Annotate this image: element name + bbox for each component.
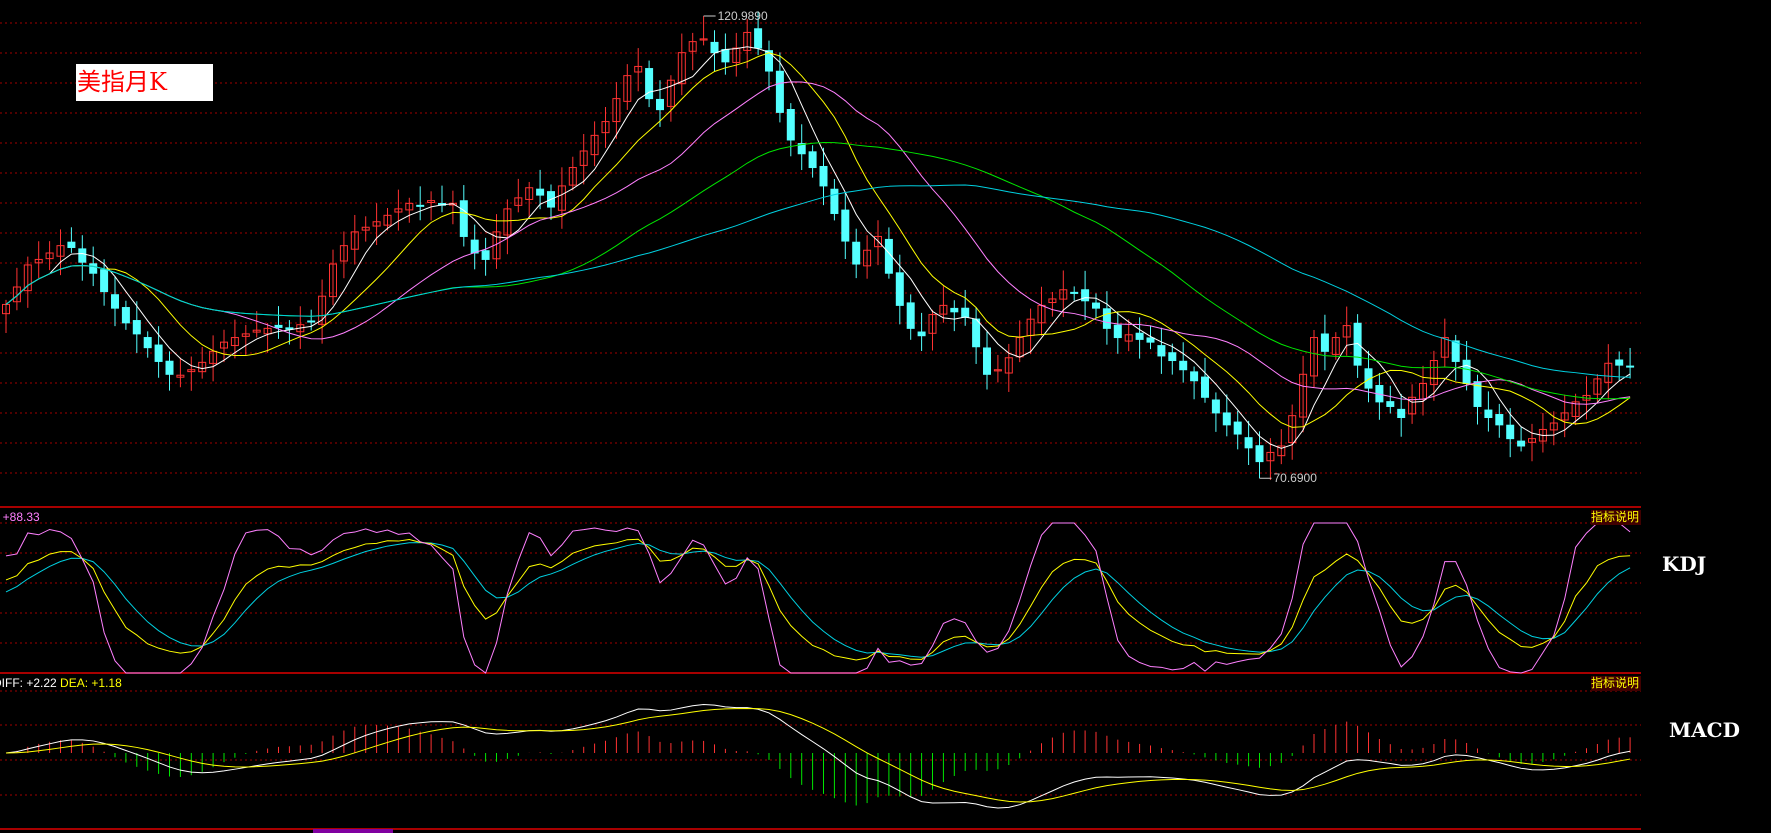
macd-diff-value: DIFF: +2.22	[0, 676, 57, 690]
candle-down	[100, 269, 109, 293]
candle-down	[819, 165, 828, 187]
candle-down	[1201, 376, 1209, 398]
candle-down	[1451, 340, 1460, 362]
candle-down	[121, 307, 130, 324]
macd-diff-line	[5, 703, 1631, 809]
chart-canvas[interactable]: 120.9890 70.6900	[0, 0, 1771, 833]
candle-down	[961, 307, 970, 318]
candle-down	[111, 294, 119, 309]
kdj-j-line	[5, 522, 1631, 674]
candle-down	[1146, 337, 1155, 343]
candle-down	[1484, 409, 1493, 419]
candle-down	[775, 70, 784, 113]
candle-down	[906, 302, 915, 329]
kdj-label: KDJ	[1662, 552, 1707, 576]
macd-head: DIFF: +2.22 DEA: +1.18	[0, 676, 122, 690]
candle-down	[1386, 401, 1395, 407]
candle-down	[274, 324, 283, 328]
candle-down	[841, 209, 850, 242]
candle-down	[536, 188, 545, 196]
macd-label: MACD	[1669, 718, 1740, 742]
candle-down	[1211, 399, 1220, 414]
macd-explain-button[interactable]: 指标说明	[1591, 676, 1641, 691]
candle-down	[1462, 359, 1471, 384]
candle-down	[307, 320, 316, 323]
candle-down	[1222, 412, 1231, 426]
candle-down	[1495, 414, 1504, 426]
candle-down	[917, 331, 926, 337]
ma5-line	[5, 46, 1631, 449]
candle-down	[1320, 333, 1329, 352]
candle-down	[786, 109, 795, 141]
candle-down	[1255, 445, 1264, 463]
candle-down	[1113, 324, 1122, 339]
candle-down	[983, 347, 991, 375]
macd-dea-line	[5, 707, 1631, 803]
candle-down	[1135, 332, 1144, 340]
max-price-label: 120.9890	[718, 9, 768, 23]
ma40-line	[5, 142, 1631, 400]
candle-down	[754, 28, 763, 49]
min-price-label: 70.6900	[1274, 471, 1318, 485]
candle-down	[972, 318, 981, 348]
candle-down	[1092, 302, 1100, 309]
candle-down	[1070, 291, 1079, 294]
kdj-j-value: J: +88.33	[0, 510, 40, 524]
macd-dea-value: DEA: +1.18	[60, 676, 122, 690]
candle-down	[1081, 289, 1090, 302]
candle-down	[852, 241, 861, 265]
candle-down	[1615, 359, 1624, 366]
candle-down	[1190, 371, 1199, 382]
ma20-line	[5, 81, 1631, 405]
candle-down	[1102, 308, 1111, 329]
candle-down	[89, 263, 98, 274]
chart-title: 美指月K	[76, 64, 213, 101]
candle-down	[459, 200, 468, 237]
candle-down	[470, 239, 479, 254]
kdj-explain-button[interactable]: 指标说明	[1591, 510, 1641, 525]
candle-down	[656, 98, 664, 111]
candle-down	[950, 307, 959, 313]
candle-down	[1626, 365, 1635, 368]
candle-down	[481, 250, 490, 260]
candle-down	[1244, 437, 1253, 449]
candle-down	[143, 337, 152, 349]
candle-down	[1506, 424, 1515, 440]
candle-down	[67, 241, 76, 248]
candle-down	[1179, 360, 1188, 371]
scroll-thumb[interactable]	[313, 829, 393, 833]
ma10-line	[5, 52, 1631, 428]
candle-down	[78, 248, 87, 263]
candle-down	[721, 49, 730, 63]
candle-down	[830, 188, 839, 214]
candle-down	[1168, 352, 1177, 362]
candle-down	[154, 344, 163, 362]
candle-down	[165, 360, 174, 375]
kdj-k-line	[5, 538, 1631, 661]
candle-down	[895, 272, 904, 306]
candle-down	[808, 151, 817, 169]
candle-down	[1397, 408, 1406, 419]
candle-down	[710, 41, 719, 54]
ma60-line	[5, 184, 1631, 378]
candle-down	[132, 320, 141, 335]
candle-down	[1517, 440, 1526, 447]
candle-down	[416, 204, 425, 207]
candle-down	[1157, 345, 1166, 357]
candle-down	[1233, 421, 1242, 435]
